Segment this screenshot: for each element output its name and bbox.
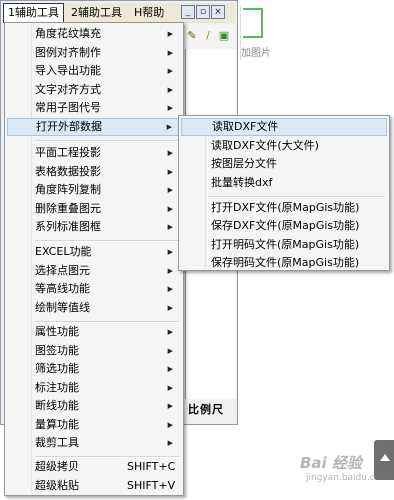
- chevron-right-icon: ▶: [167, 30, 173, 38]
- menu-item-super-copy[interactable]: 超级拷贝 SHIFT+C: [7, 458, 181, 476]
- chevron-right-icon: ▶: [167, 267, 173, 275]
- chevron-right-icon: ▶: [167, 49, 173, 57]
- menu-item-contour[interactable]: 等高线功能 ▶: [7, 280, 181, 298]
- menu-item-clip-tool[interactable]: 裁剪工具 ▶: [7, 434, 181, 452]
- submenu-item-read-dxf-large[interactable]: 读取DXF文件(大文件): [181, 137, 387, 155]
- menu-item-break-line[interactable]: 断线功能 ▶: [7, 397, 181, 415]
- restore-button[interactable]: ▫: [196, 5, 210, 19]
- chevron-right-icon: ▶: [167, 248, 173, 256]
- shortcut-label: SHIFT+V: [127, 479, 176, 492]
- menu-item-attributes[interactable]: 属性功能 ▶: [7, 323, 181, 341]
- open-external-data-submenu: 读取DXF文件 读取DXF文件(大文件) 按图层分文件 批量转换dxf 打开DX…: [178, 115, 390, 271]
- minimize-button[interactable]: _: [181, 5, 195, 19]
- chevron-right-icon: ▶: [167, 402, 173, 410]
- menu-item-text-align[interactable]: 文字对齐方式 ▶: [7, 81, 181, 99]
- menu-item-standard-frame[interactable]: 系列标准图框 ▶: [7, 218, 181, 236]
- menu-item-annotation[interactable]: 标注功能 ▶: [7, 379, 181, 397]
- toolbar: ✎ / ▣: [185, 25, 235, 47]
- menu-item-angle-array-copy[interactable]: 角度阵列复制 ▶: [7, 181, 181, 199]
- menu-item-plane-projection[interactable]: 平面工程投影 ▶: [7, 144, 181, 162]
- menu-separator: [35, 240, 179, 242]
- menu-help[interactable]: H帮助: [129, 3, 169, 23]
- chevron-right-icon: ▶: [167, 304, 173, 312]
- submenu-item-save-dxf-mapgis[interactable]: 保存DXF文件(原MapGis功能): [181, 217, 387, 235]
- picture-frame-icon: [243, 8, 263, 38]
- menu-assist-tools-2[interactable]: 2辅助工具: [66, 3, 127, 23]
- chevron-right-icon: ▶: [167, 285, 173, 293]
- add-picture-button[interactable]: 加图片: [240, 6, 281, 60]
- menu-item-delete-overlap[interactable]: 删除重叠图元 ▶: [7, 200, 181, 218]
- submenu-item-batch-convert-dxf[interactable]: 批量转换dxf: [181, 174, 387, 192]
- chevron-right-icon: ▶: [167, 186, 173, 194]
- submenu-item-open-dxf-mapgis[interactable]: 打开DXF文件(原MapGis功能): [181, 199, 387, 217]
- chevron-right-icon: ▶: [167, 347, 173, 355]
- menu-item-legend-align[interactable]: 图例对齐制作 ▶: [7, 44, 181, 62]
- chevron-right-icon: ▶: [167, 86, 173, 94]
- menu-separator: [35, 140, 179, 142]
- assist-tools-menu: 角度花纹填充 ▶ 图例对齐制作 ▶ 导入导出功能 ▶ 文字对齐方式 ▶ 常用子图代号 ▶ …: [4, 22, 184, 496]
- menu-item-excel[interactable]: EXCEL功能 ▶: [7, 243, 181, 261]
- watermark-logo: Bai 经验: [300, 454, 362, 472]
- chevron-right-icon: ▶: [167, 168, 173, 176]
- submenu-item-open-plain-mapgis[interactable]: 打开明码文件(原MapGis功能): [181, 236, 387, 254]
- menu-item-import-export[interactable]: 导入导出功能 ▶: [7, 62, 181, 80]
- menu-item-super-paste[interactable]: 超级粘贴 SHIFT+V: [7, 477, 181, 495]
- chevron-right-icon: ▶: [167, 205, 173, 213]
- chevron-right-icon: ▶: [167, 104, 173, 112]
- submenu-item-save-plain-mapgis[interactable]: 保存明码文件(原MapGis功能): [181, 254, 387, 272]
- menu-item-measure[interactable]: 量算功能 ▶: [7, 416, 181, 434]
- chevron-right-icon: ▶: [167, 149, 173, 157]
- chevron-right-icon: ▶: [167, 439, 173, 447]
- menu-item-table-projection[interactable]: 表格数据投影 ▶: [7, 163, 181, 181]
- add-picture-label: 加图片: [241, 48, 271, 59]
- close-button[interactable]: ×: [211, 5, 225, 19]
- green-tool-icon[interactable]: ▣: [217, 29, 231, 43]
- window-controls: _ ▫ ×: [181, 5, 225, 19]
- chevron-right-icon: ▶: [167, 223, 173, 231]
- watermark-url: jingyan.baidu.com: [306, 473, 390, 483]
- shortcut-label: SHIFT+C: [127, 460, 176, 473]
- brush-icon[interactable]: /: [201, 29, 215, 43]
- chevron-right-icon: ▶: [167, 365, 173, 373]
- chevron-right-icon: ▶: [167, 384, 173, 392]
- submenu-item-split-by-layer[interactable]: 按图层分文件: [181, 155, 387, 173]
- chevron-right-icon: ▶: [167, 67, 173, 75]
- scale-bar-label: 比例尺: [188, 403, 224, 416]
- menu-item-title-block[interactable]: 图签功能 ▶: [7, 342, 181, 360]
- chevron-right-icon: ▶: [167, 421, 173, 429]
- menu-separator: [209, 196, 385, 198]
- menu-item-isoline[interactable]: 绘制等值线 ▶: [7, 299, 181, 317]
- menu-item-common-subfig-code[interactable]: 常用子图代号 ▶: [7, 99, 181, 117]
- menu-item-select-point[interactable]: 选择点图元 ▶: [7, 262, 181, 280]
- menu-item-filter[interactable]: 筛选功能 ▶: [7, 360, 181, 378]
- menu-item-open-external-data[interactable]: 打开外部数据 ▶: [7, 118, 181, 136]
- pen-icon[interactable]: ✎: [185, 29, 199, 43]
- menu-item-angle-pattern-fill[interactable]: 角度花纹填充 ▶: [7, 25, 181, 43]
- menu-assist-tools-1[interactable]: 1辅助工具: [3, 3, 64, 23]
- submenu-item-read-dxf[interactable]: 读取DXF文件: [181, 118, 387, 136]
- chevron-right-icon: ▶: [167, 328, 173, 336]
- chevron-right-icon: ▶: [166, 123, 172, 131]
